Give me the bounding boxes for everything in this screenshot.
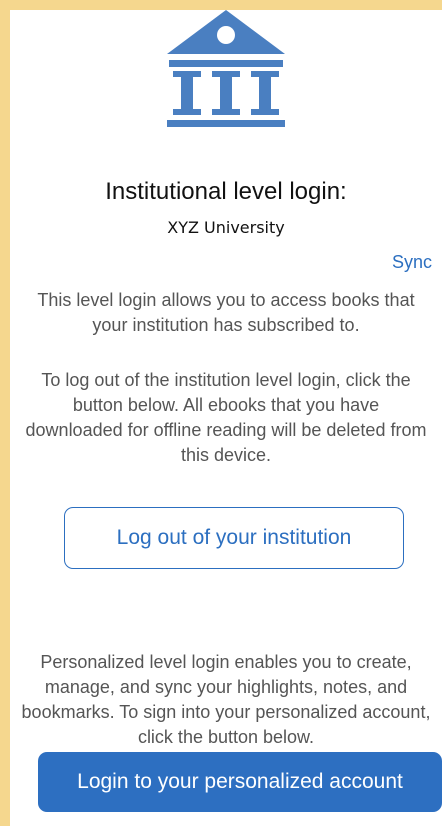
personalized-login-button[interactable]: Login to your personalized account — [38, 752, 442, 812]
sync-link[interactable]: Sync — [392, 252, 432, 273]
logo-container — [10, 10, 442, 134]
logout-info-text: To log out of the institution level logi… — [25, 370, 427, 465]
personalized-description: Personalized level login enables you to … — [21, 652, 431, 747]
institution-building-icon — [167, 10, 285, 127]
logout-institution-button-label: Log out of your institution — [116, 526, 352, 549]
institution-name: XYZ University — [167, 218, 285, 237]
personalized-login-button-label: Login to your personalized account — [77, 770, 403, 793]
login-panel: Institutional level login: XYZ Universit… — [10, 10, 442, 826]
logout-institution-button[interactable]: Log out of your institution — [64, 507, 404, 569]
institution-description: This level login allows you to access bo… — [37, 290, 415, 335]
page-title: Institutional level login: — [105, 178, 347, 205]
